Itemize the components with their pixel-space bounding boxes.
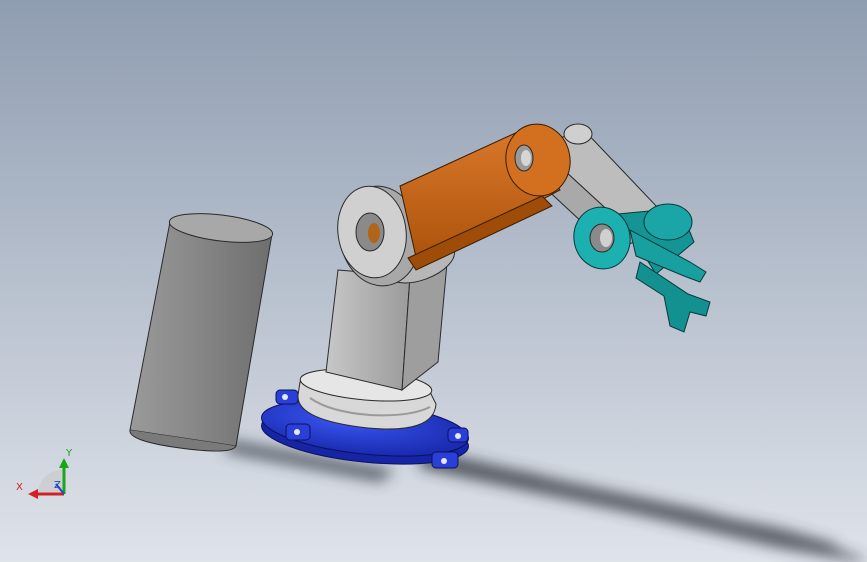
mount-hole [441, 458, 447, 464]
mount-hole [455, 433, 461, 439]
elbow-pin [521, 150, 531, 166]
y-axis-label: Y [65, 448, 73, 459]
wrist-pin [600, 229, 612, 247]
3d-graphics-viewport[interactable]: Y X Z [0, 0, 867, 562]
x-axis-label: X [16, 482, 23, 493]
shoulder-pin [368, 223, 380, 243]
robot-arm-model-scene[interactable]: Y X Z [0, 0, 867, 562]
mount-hole [282, 394, 288, 400]
mount-hole [294, 429, 300, 435]
z-axis-label: Z [54, 480, 61, 491]
